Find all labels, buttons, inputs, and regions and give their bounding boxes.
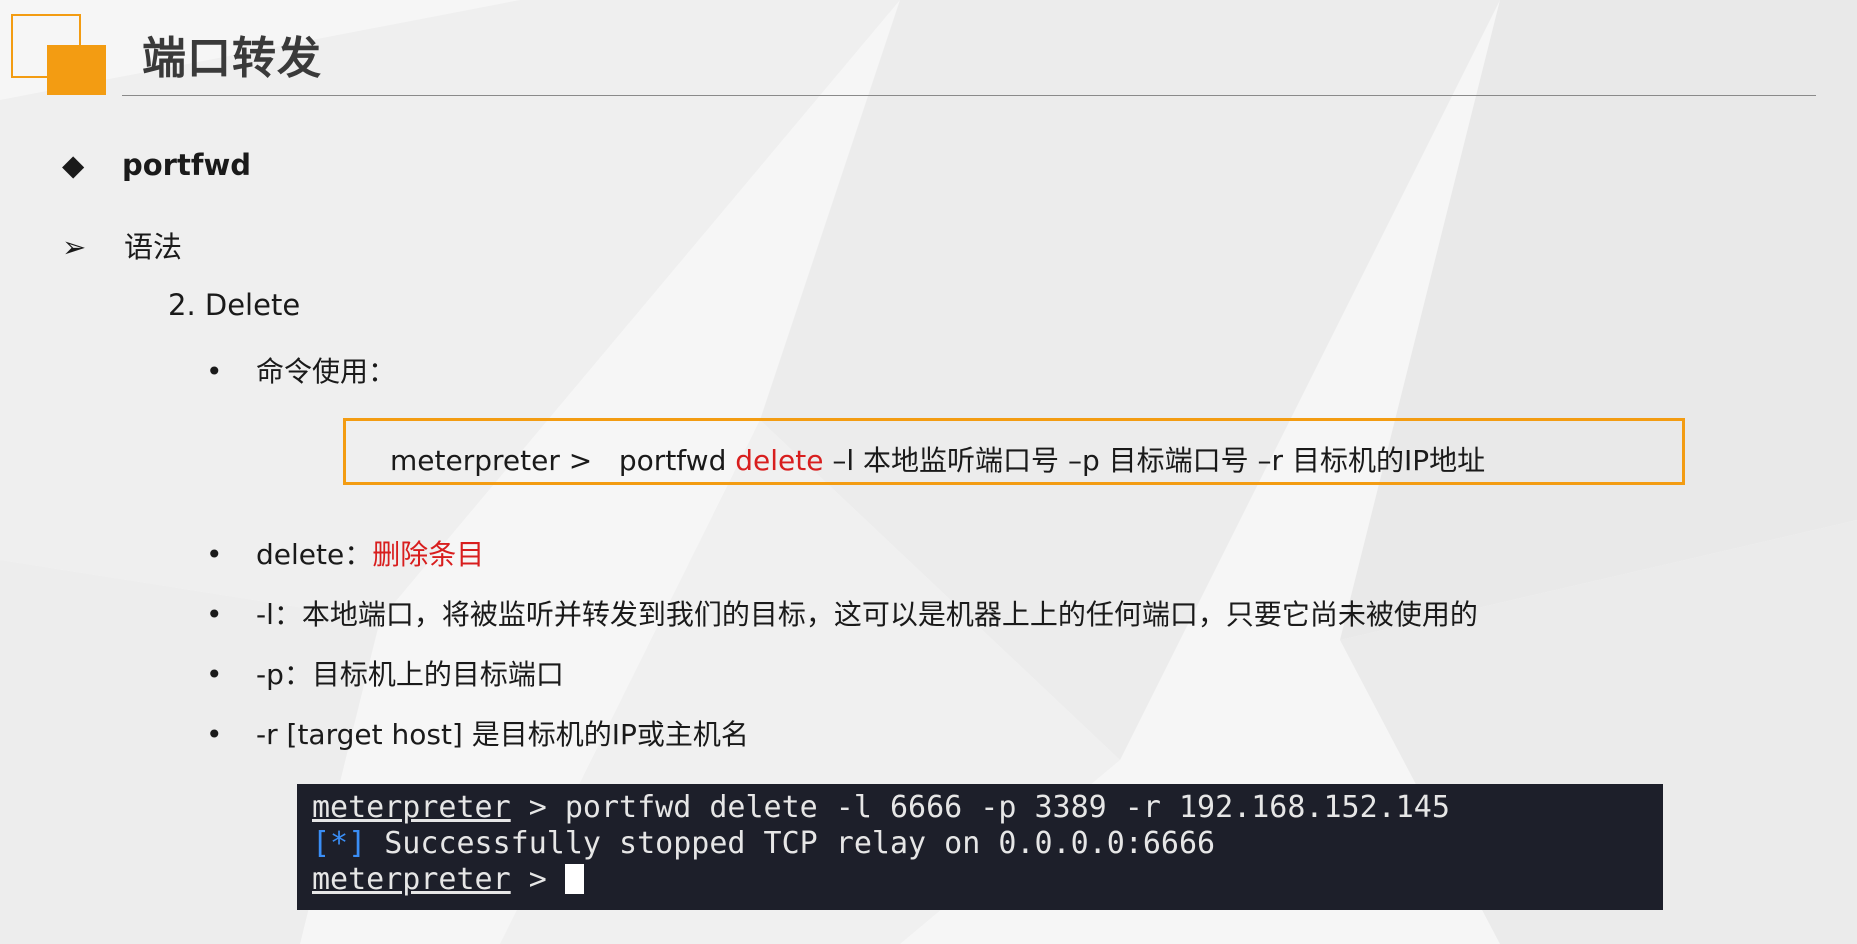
slide-title: 端口转发 [142, 33, 322, 84]
diamond-bullet-icon: ◆ [62, 148, 85, 182]
terminal-arrow: > [510, 862, 565, 897]
terminal-cursor [564, 864, 584, 894]
terminal-prompt: meterpreter [312, 862, 511, 897]
item-heading: 2. Delete [168, 288, 301, 322]
command-prompt: meterpreter > [390, 444, 593, 477]
bullet-usage: • 命令使用： [206, 350, 396, 390]
terminal-message: Successfully stopped TCP relay on 0.0.0.… [366, 826, 1216, 861]
bullet-dot-icon: • [206, 718, 223, 751]
command-name: portfwd [618, 444, 727, 477]
usage-label: 命令使用： [256, 355, 397, 388]
arrow-bullet-icon: ➢ [62, 230, 87, 264]
bullet-local-port: • -l：本地端口，将被监听并转发到我们的目标，这可以是机器上上的任何端口，只要它… [206, 593, 1478, 633]
logo-filled-square [47, 45, 106, 95]
section-heading: ◆ portfwd [62, 148, 251, 182]
terminal-command: > portfwd delete -l 6666 -p 3389 -r 192.… [510, 790, 1450, 825]
slide-logo [0, 0, 110, 100]
bullet-target-host: • -r [target host] 是目标机的IP或主机名 [206, 713, 749, 753]
terminal-screenshot: meterpreter > portfwd delete -l 6666 -p … [297, 784, 1663, 910]
section-label: portfwd [122, 148, 252, 182]
terminal-line-3: meterpreter > [312, 862, 1663, 898]
bullet-dot-icon: • [206, 355, 223, 388]
title-divider [122, 95, 1816, 96]
command-syntax-box: meterpreter > portfwd delete –l 本地监听端口号 … [343, 418, 1685, 485]
command-args: –l 本地监听端口号 –p 目标端口号 –r 目标机的IP地址 [832, 444, 1486, 477]
target-host-text: -r [target host] 是目标机的IP或主机名 [256, 718, 749, 751]
command-action: delete [735, 444, 824, 477]
bullet-dot-icon: • [206, 598, 223, 631]
delete-desc: 删除条目 [372, 538, 485, 571]
bullet-delete: • delete：删除条目 [206, 533, 484, 573]
terminal-info-tag: [*] [312, 826, 367, 861]
bullet-dot-icon: • [206, 658, 223, 691]
delete-key: delete： [256, 538, 373, 571]
subsection-heading: ➢ 语法 [62, 224, 182, 266]
terminal-line-1: meterpreter > portfwd delete -l 6666 -p … [312, 790, 1663, 826]
terminal-prompt: meterpreter [312, 790, 511, 825]
local-port-text: -l：本地端口，将被监听并转发到我们的目标，这可以是机器上上的任何端口，只要它尚… [256, 598, 1478, 631]
terminal-line-2: [*] Successfully stopped TCP relay on 0.… [312, 826, 1663, 862]
bullet-dot-icon: • [206, 538, 223, 571]
bullet-target-port: • -p：目标机上的目标端口 [206, 653, 564, 693]
target-port-text: -p：目标机上的目标端口 [256, 658, 564, 691]
subsection-label: 语法 [124, 230, 183, 264]
